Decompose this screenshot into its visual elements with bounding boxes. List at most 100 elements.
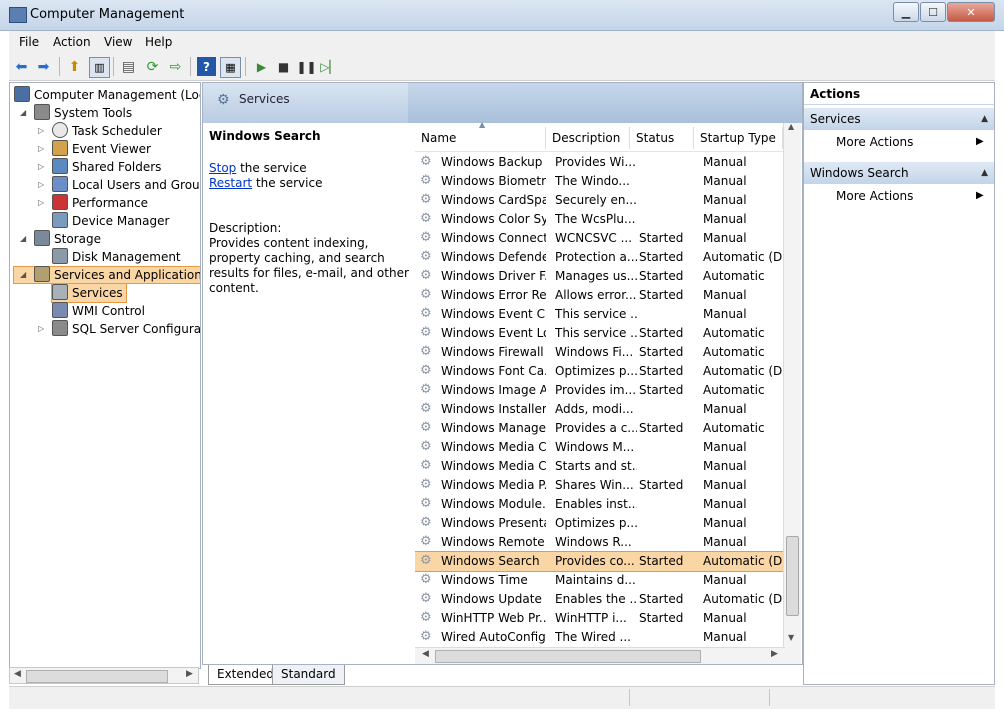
service-row[interactable]: ⚙ Windows Module... Enables inst... Manual — [415, 495, 783, 514]
scroll-down-icon[interactable]: ▼ — [788, 633, 794, 642]
scroll-left-icon[interactable]: ◀ — [422, 649, 429, 659]
column-header-status[interactable]: Status — [630, 127, 694, 149]
service-gear-icon: ⚙ — [420, 193, 432, 207]
service-row[interactable]: ⚙ Windows Image A... Provides im...Started… — [415, 381, 783, 400]
tree-item[interactable]: Task Scheduler — [52, 122, 162, 140]
collapsed-arrow-icon[interactable]: ▷ — [38, 126, 44, 135]
tab-standard[interactable]: Standard — [272, 665, 345, 685]
service-row[interactable]: ⚙ Windows Event Log This service ...Starte… — [415, 324, 783, 343]
collapsed-arrow-icon[interactable]: ▷ — [38, 180, 44, 189]
scroll-left-icon[interactable]: ◀ — [14, 669, 21, 679]
tree-item[interactable]: Local Users and Groups — [52, 176, 200, 194]
forward-arrow-icon[interactable]: ➡ — [34, 57, 53, 76]
more-actions-windows-search[interactable]: More Actions — [836, 189, 913, 203]
service-row[interactable]: ⚙ Windows Event C... This service ... Manua… — [415, 305, 783, 324]
column-header-startup-type[interactable]: Startup Type — [694, 127, 783, 149]
back-arrow-icon[interactable]: ⬅ — [12, 57, 31, 76]
scroll-up-icon[interactable]: ▲ — [788, 122, 794, 131]
service-row[interactable]: ⚙ Windows Error Re... Allows error...Start… — [415, 286, 783, 305]
collapsed-arrow-icon[interactable]: ▷ — [38, 324, 44, 333]
tree-item[interactable]: Computer Management (Local — [14, 86, 201, 104]
restart-link[interactable]: Restart — [209, 176, 252, 190]
menu-file[interactable]: File — [19, 35, 39, 49]
tree-item[interactable]: Shared Folders — [52, 158, 161, 176]
maximize-button[interactable]: ☐ — [920, 2, 946, 22]
service-row[interactable]: ⚙ Windows Firewall Windows Fi... Started Aut… — [415, 343, 783, 362]
help-icon[interactable]: ? — [197, 57, 216, 76]
scrollbar-thumb[interactable] — [435, 650, 701, 663]
tree-item[interactable]: SQL Server Configuratic — [52, 320, 200, 338]
tree-item[interactable]: Device Manager — [52, 212, 169, 230]
service-row[interactable]: ⚙ Windows Font Ca... Optimizes p... Started… — [415, 362, 783, 381]
service-row[interactable]: ⚙ Windows Color Sy... The WcsPlu... Manual — [415, 210, 783, 229]
service-row[interactable]: ⚙ Windows Presenta... Optimizes p... Manual — [415, 514, 783, 533]
tree-item[interactable]: Event Viewer — [52, 140, 151, 158]
expanded-arrow-icon[interactable]: ◢ — [20, 270, 26, 279]
menu-help[interactable]: Help — [145, 35, 172, 49]
expanded-arrow-icon[interactable]: ◢ — [20, 108, 26, 117]
tree-item[interactable]: Services and Applications — [34, 266, 200, 284]
service-name: Windows Update — [441, 592, 542, 606]
service-gear-icon: ⚙ — [420, 288, 432, 302]
stop-link[interactable]: Stop — [209, 161, 236, 175]
start-service-icon[interactable]: ▶ — [252, 57, 271, 76]
tree-item[interactable]: Disk Management — [52, 248, 181, 266]
export-list-icon[interactable]: ⇨ — [166, 57, 185, 76]
tree-item[interactable]: Services — [51, 283, 127, 303]
service-row[interactable]: ⚙ Windows Remote ... Windows R... Manual — [415, 533, 783, 552]
collapsed-arrow-icon[interactable]: ▷ — [38, 198, 44, 207]
pause-service-icon[interactable]: ❚❚ — [296, 57, 316, 76]
service-row[interactable]: ⚙ Windows Connect... WCNCSVC ... Started Man… — [415, 229, 783, 248]
service-row[interactable]: ⚙ Windows Media P... Shares Win... Started M… — [415, 476, 783, 495]
properties-icon[interactable]: ▤ — [119, 57, 138, 76]
column-header-name[interactable]: Name — [415, 127, 546, 149]
expanded-arrow-icon[interactable]: ◢ — [20, 234, 26, 243]
service-row[interactable]: ⚙ Windows Biometri... The Windo... Manual — [415, 172, 783, 191]
collapse-up-icon[interactable]: ▲ — [981, 108, 988, 130]
actions-section-windows-search[interactable]: Windows Search ▲ — [804, 162, 994, 184]
up-folder-icon[interactable]: ⬆ — [65, 57, 84, 76]
refresh-icon[interactable]: ⟳ — [143, 57, 162, 76]
menu-view[interactable]: View — [104, 35, 132, 49]
restart-service-icon[interactable]: ▷▏ — [320, 57, 339, 76]
column-header-description[interactable]: Description — [546, 127, 630, 149]
minimize-button[interactable]: ▁ — [893, 2, 919, 22]
tree-item[interactable]: Storage — [34, 230, 101, 248]
collapsed-arrow-icon[interactable]: ▷ — [38, 162, 44, 171]
list-vertical-scrollbar[interactable]: ▲ ▼ — [783, 122, 801, 664]
collapsed-arrow-icon[interactable]: ▷ — [38, 144, 44, 153]
tree-item[interactable]: Performance — [52, 194, 148, 212]
tree-item[interactable]: System Tools — [34, 104, 132, 122]
tree-horizontal-scrollbar[interactable]: ◀ ▶ — [9, 667, 199, 684]
service-row[interactable]: ⚙ Windows Media C... Starts and st... Manua… — [415, 457, 783, 476]
close-button[interactable]: ✕ — [947, 2, 995, 22]
service-row[interactable]: ⚙ Windows Media C... Windows M... Manual — [415, 438, 783, 457]
show-hide-tree-icon[interactable]: ▥ — [89, 57, 110, 78]
scrollbar-thumb[interactable] — [786, 536, 799, 616]
scrollbar-thumb[interactable] — [26, 670, 168, 683]
menu-action[interactable]: Action — [53, 35, 91, 49]
service-row[interactable]: ⚙ Windows Installer Adds, modi... Manual — [415, 400, 783, 419]
more-actions-services[interactable]: More Actions — [836, 135, 913, 149]
collapse-up-icon[interactable]: ▲ — [981, 162, 988, 184]
scroll-right-icon[interactable]: ▶ — [771, 649, 778, 659]
show-hide-action-pane-icon[interactable]: ▦ — [220, 57, 241, 78]
service-gear-icon: ⚙ — [420, 497, 432, 511]
service-row[interactable]: ⚙ Windows Update Enables the ... Started Aut… — [415, 590, 783, 609]
actions-section-services[interactable]: Services ▲ — [804, 108, 994, 130]
scroll-right-icon[interactable]: ▶ — [186, 669, 193, 679]
service-description: Optimizes p... — [555, 516, 637, 530]
stop-service-icon[interactable]: ■ — [274, 57, 293, 76]
tree-item[interactable]: WMI Control — [52, 302, 145, 320]
service-row[interactable]: ⚙ Windows Driver F... Manages us... Started… — [415, 267, 783, 286]
service-row[interactable]: ⚙ Windows Defender Protection a... Started A… — [415, 248, 783, 267]
service-row[interactable]: ⚙ Windows Manage... Provides a c... Started… — [415, 419, 783, 438]
service-row[interactable]: ⚙ WinHTTP Web Pr... WinHTTP i... Started Man… — [415, 609, 783, 628]
service-row[interactable]: ⚙ Wired AutoConfig The Wired ... Manual — [415, 628, 783, 647]
service-row[interactable]: ⚙ Windows Search Provides co... Started Auto… — [415, 551, 783, 572]
list-horizontal-scrollbar[interactable]: ◀ ▶ — [415, 647, 785, 664]
tree-item-label: Computer Management (Local — [34, 88, 201, 102]
service-row[interactable]: ⚙ Windows CardSpa... Securely en... Manual — [415, 191, 783, 210]
service-row[interactable]: ⚙ Windows Time Maintains d... Manual — [415, 571, 783, 590]
service-row[interactable]: ⚙ Windows Backup Provides Wi... Manual — [415, 153, 783, 172]
